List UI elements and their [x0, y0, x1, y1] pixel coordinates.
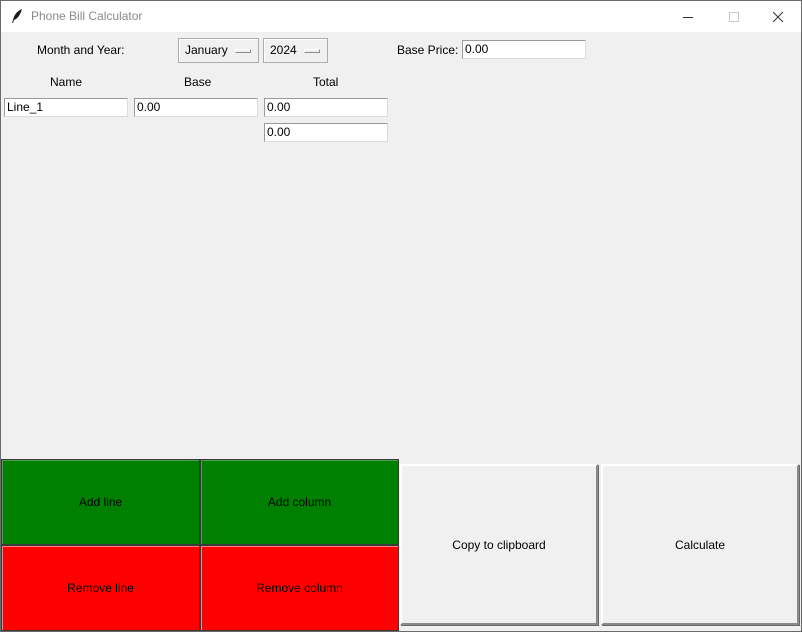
maximize-icon [728, 11, 740, 23]
year-dropdown[interactable]: 2024 [263, 38, 328, 63]
grand-total-input[interactable]: 0.00 [264, 123, 388, 142]
add-line-label: Add line [78, 495, 123, 509]
column-header-total: Total [313, 75, 339, 89]
calculate-label: Calculate [674, 537, 726, 552]
calculate-button[interactable]: Calculate [601, 464, 799, 625]
remove-line-button[interactable]: Remove line [1, 545, 200, 631]
remove-column-button[interactable]: Remove column [200, 545, 399, 631]
month-dropdown[interactable]: January [178, 38, 259, 63]
add-line-button[interactable]: Add line [1, 459, 200, 545]
column-header-base: Base [184, 75, 212, 89]
minimize-icon [682, 11, 694, 23]
dropdown-indicator-icon [304, 49, 320, 53]
add-column-label: Add column [267, 495, 332, 509]
title-bar[interactable]: Phone Bill Calculator [1, 1, 801, 32]
feather-icon [10, 8, 24, 24]
close-icon [772, 11, 784, 23]
add-column-button[interactable]: Add column [200, 459, 399, 545]
window-title: Phone Bill Calculator [31, 9, 143, 23]
dropdown-indicator-icon [235, 49, 251, 53]
column-header-name: Name [50, 75, 83, 89]
maximize-button[interactable] [711, 1, 757, 32]
copy-to-clipboard-label: Copy to clipboard [452, 537, 546, 552]
remove-line-label: Remove line [67, 581, 134, 595]
base-price-input[interactable]: 0.00 [462, 40, 586, 59]
month-dropdown-value: January [185, 43, 228, 57]
remove-column-label: Remove column [256, 581, 343, 595]
copy-to-clipboard-button[interactable]: Copy to clipboard [400, 464, 598, 625]
line-total-input[interactable]: 0.00 [264, 98, 388, 117]
close-button[interactable] [755, 1, 801, 32]
minimize-button[interactable] [665, 1, 711, 32]
app-window: Phone Bill Calculator Month and Year: Ja… [0, 0, 802, 632]
line-name-input[interactable]: Line_1 [4, 98, 128, 117]
base-price-label: Base Price: [397, 43, 459, 57]
line-base-input[interactable]: 0.00 [134, 98, 258, 117]
month-year-label: Month and Year: [37, 43, 125, 57]
year-dropdown-value: 2024 [270, 43, 297, 57]
